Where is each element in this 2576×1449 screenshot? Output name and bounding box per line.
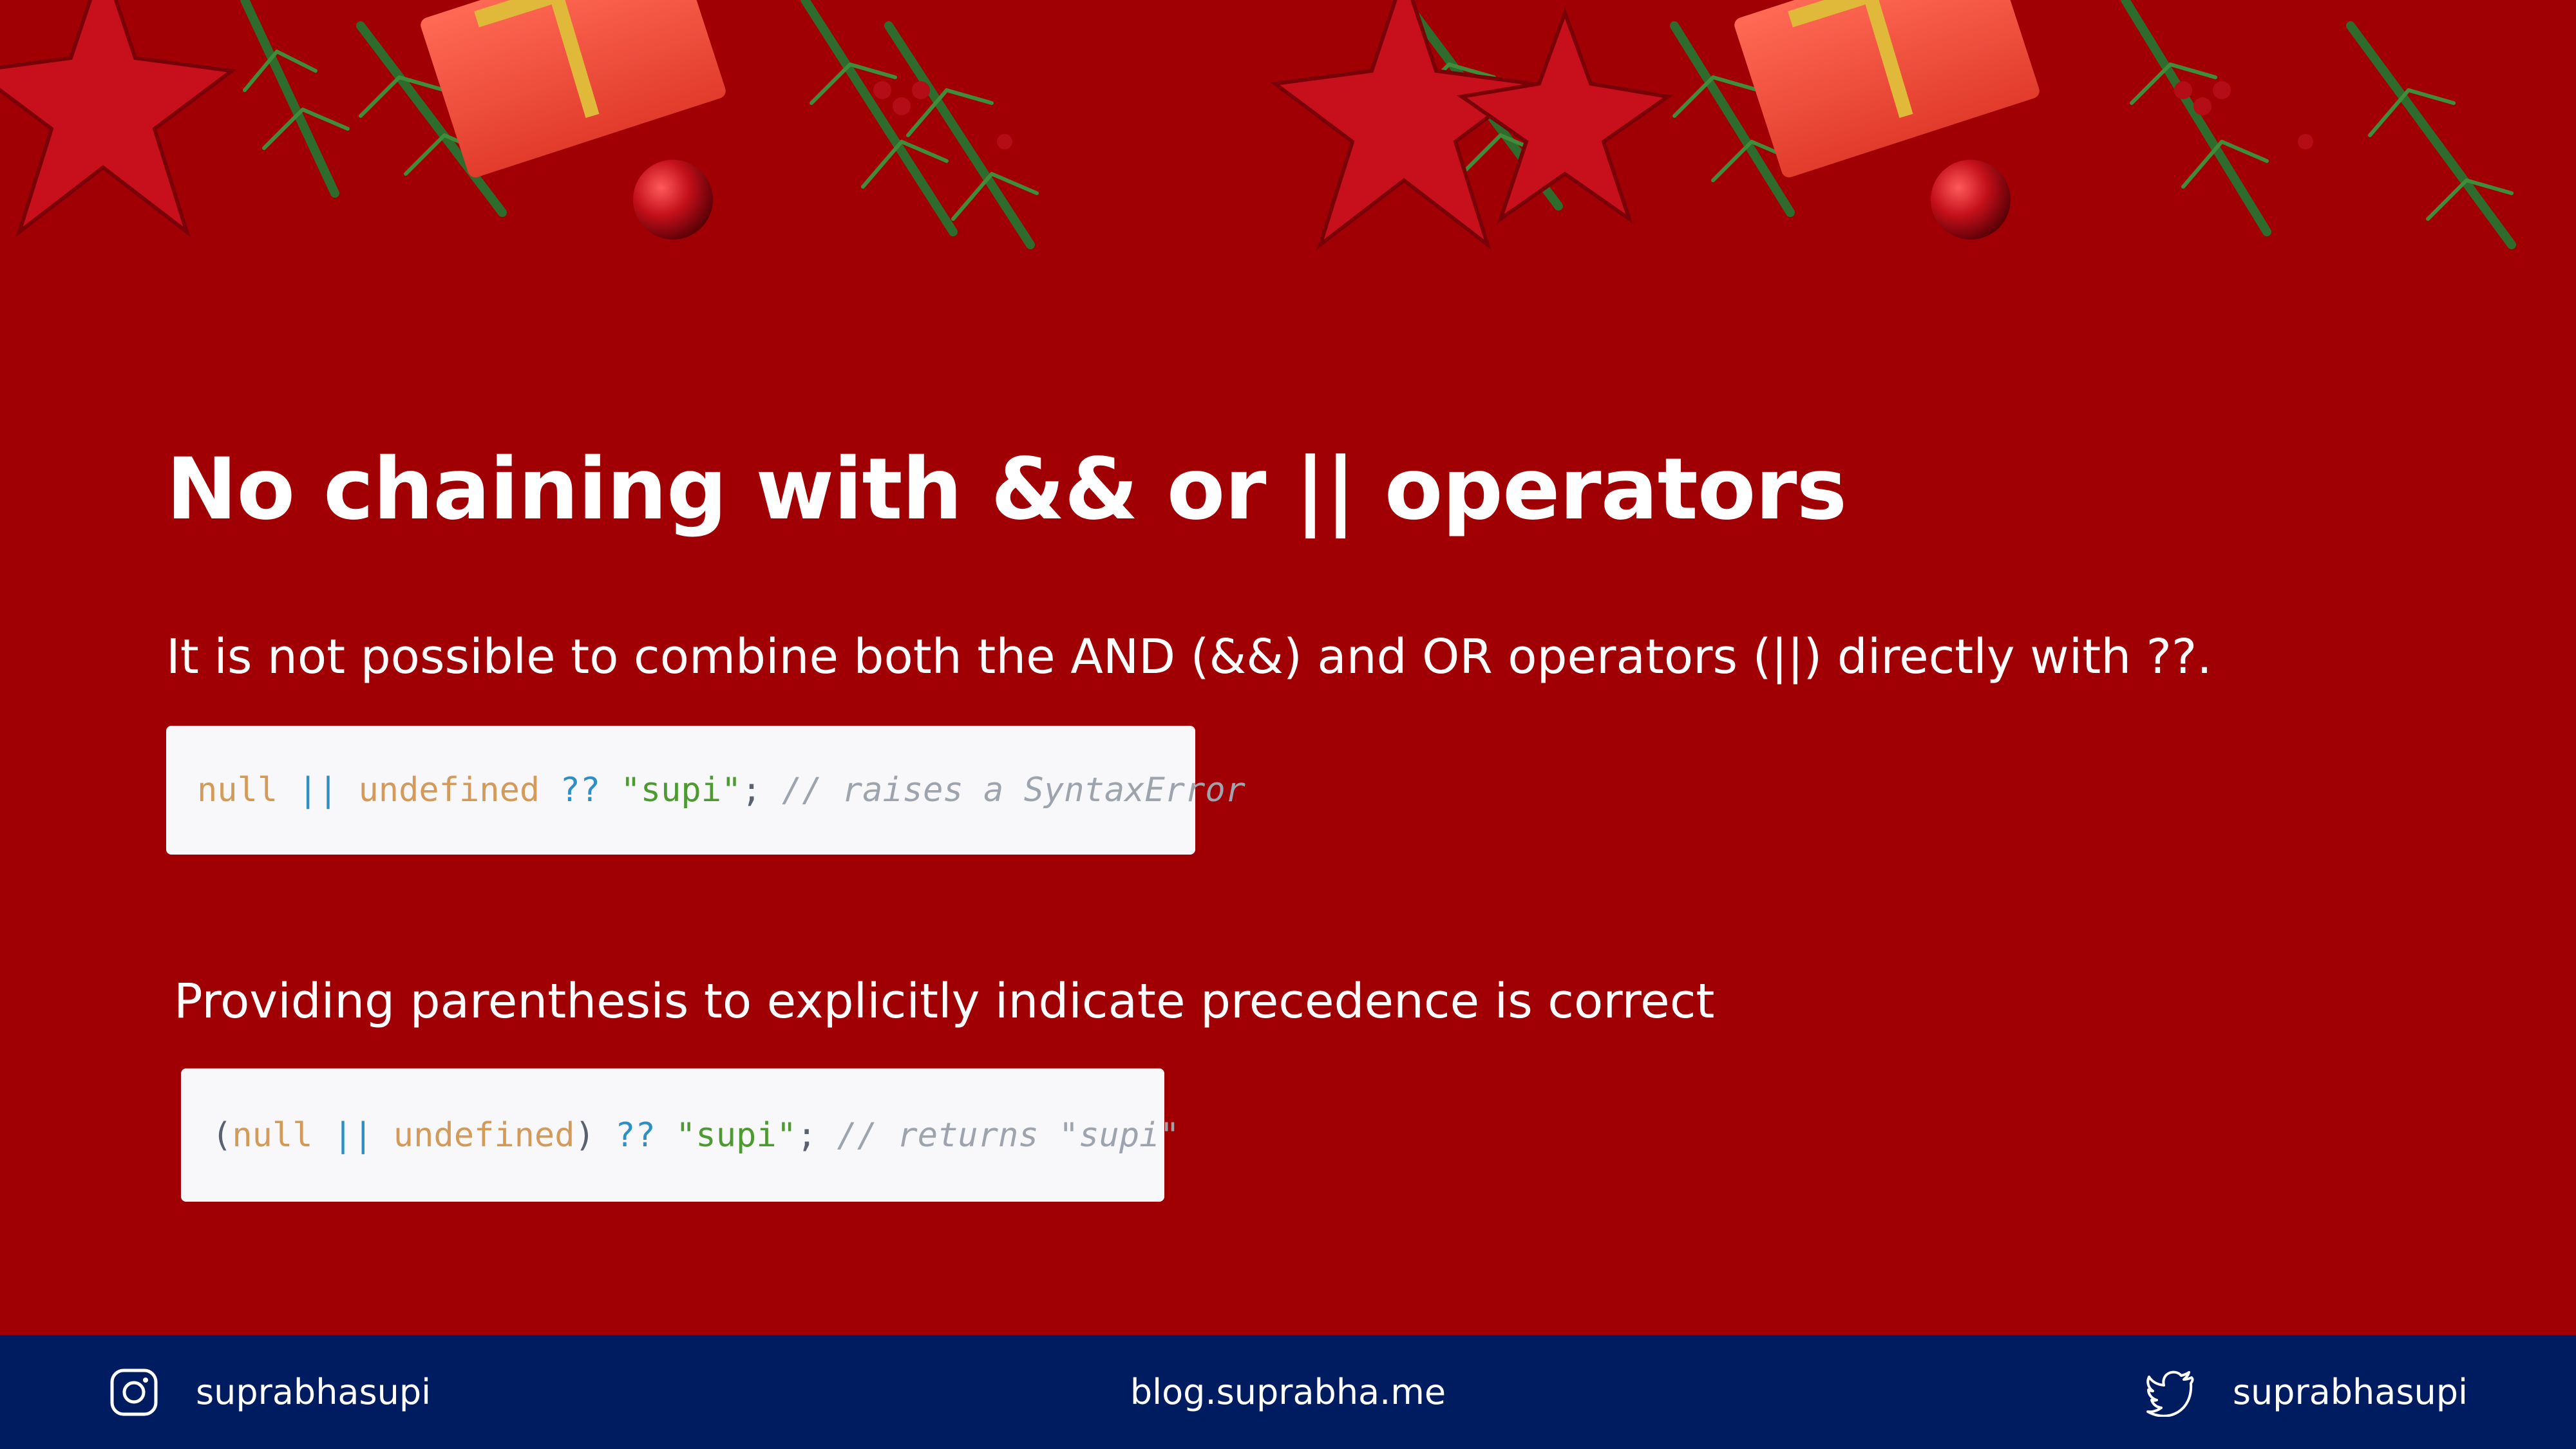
christmas-garland-icon xyxy=(0,0,2516,251)
twitter-handle: suprabhasupi xyxy=(2232,1372,2468,1412)
website-url: blog.suprabha.me xyxy=(1130,1372,1446,1412)
code-token-com: // raises a SyntaxError xyxy=(781,771,1245,810)
code-token-kw: null xyxy=(197,771,278,810)
twitter-link[interactable]: suprabhasupi xyxy=(2146,1335,2468,1449)
code-token-op: ?? xyxy=(540,771,621,810)
code-line: null || undefined ?? "supi"; // raises a… xyxy=(197,771,1245,810)
code-token-punc: ; xyxy=(796,1115,837,1155)
slide-title: No chaining with && or || operators xyxy=(166,440,1847,539)
code-token-punc: ; xyxy=(741,771,782,810)
code-token-str: "supi" xyxy=(620,771,742,810)
code-token-op: || xyxy=(312,1115,393,1155)
code-block-correct: (null || undefined) ?? "supi"; // return… xyxy=(181,1068,1180,1202)
code-token-op: ?? xyxy=(594,1115,676,1155)
slide: No chaining with && or || operators It i… xyxy=(0,0,2576,1449)
code-line: (null || undefined) ?? "supi"; // return… xyxy=(212,1116,1180,1155)
code-token-kw: undefined xyxy=(358,771,540,810)
description-paragraph: It is not possible to combine both the A… xyxy=(166,629,2212,685)
code-token-kw: undefined xyxy=(393,1115,575,1155)
code-token-com: // returns "supi" xyxy=(837,1115,1180,1155)
code-block-error: null || undefined ?? "supi"; // raises a… xyxy=(166,726,1245,855)
twitter-icon xyxy=(2146,1368,2195,1417)
code-token-punc: ) xyxy=(574,1115,595,1155)
code-token-punc: ( xyxy=(212,1115,232,1155)
precedence-paragraph: Providing parenthesis to explicitly indi… xyxy=(174,974,1715,1029)
footer: suprabhasupi blog.suprabha.me suprabhasu… xyxy=(0,1335,2576,1449)
code-token-str: "supi" xyxy=(676,1115,797,1155)
code-token-op: || xyxy=(278,771,359,810)
code-token-kw: null xyxy=(232,1115,313,1155)
